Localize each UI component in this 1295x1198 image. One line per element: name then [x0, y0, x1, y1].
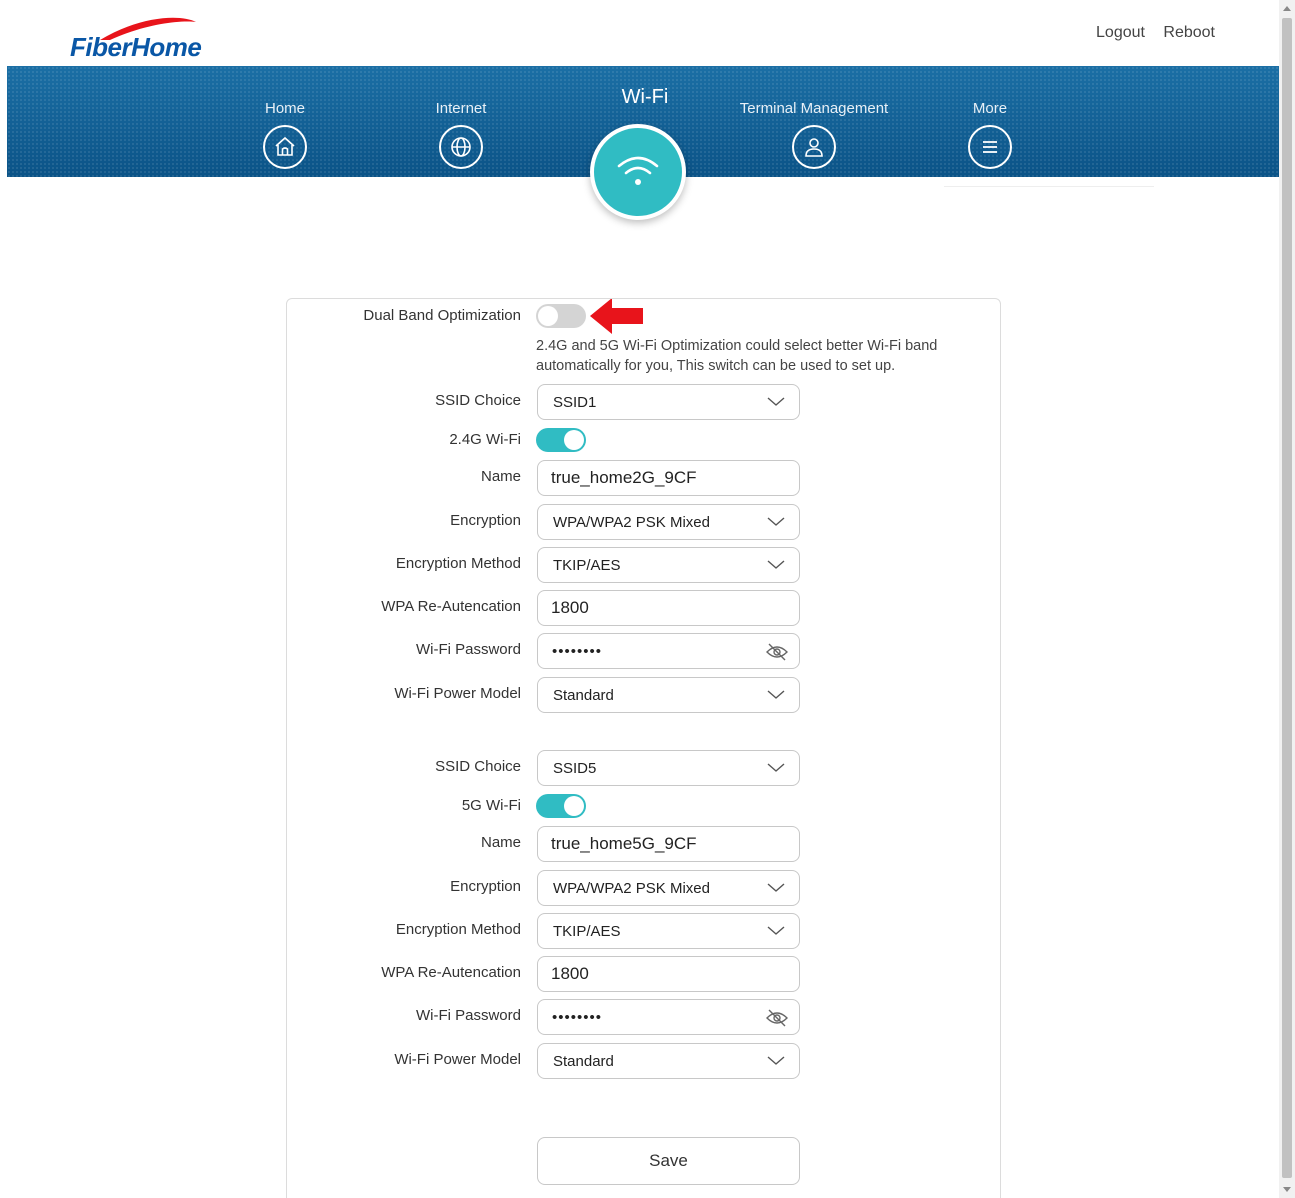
dual-band-description: 2.4G and 5G Wi-Fi Optimization could sel… [536, 338, 938, 374]
page-scrollbar[interactable] [1279, 0, 1295, 1198]
nav-more-label: More [972, 100, 1008, 117]
wifi-active-icon[interactable] [590, 124, 686, 220]
password-input-24[interactable]: •••••••• [537, 633, 800, 669]
home-icon [263, 125, 307, 169]
eye-hidden-icon[interactable] [765, 642, 789, 662]
scroll-up-icon[interactable] [1283, 6, 1291, 11]
encryption-value: WPA/WPA2 PSK Mixed [553, 880, 710, 897]
wifi-24-label: 2.4G Wi-Fi [449, 431, 521, 448]
scrollbar-thumb[interactable] [1282, 18, 1292, 1178]
nav-terminal-management[interactable]: Terminal Management [734, 66, 894, 169]
top-links: Logout Reboot [1082, 24, 1215, 42]
name-label: Name [480, 834, 521, 851]
menu-icon [968, 125, 1012, 169]
encryption-method-value: TKIP/AES [553, 557, 621, 574]
globe-icon [439, 125, 483, 169]
password-value: •••••••• [552, 643, 603, 660]
ssid-choice-select-24[interactable]: SSID1 [537, 384, 800, 420]
power-model-value: Standard [553, 687, 614, 704]
ssid-choice-value: SSID5 [553, 760, 597, 777]
nav-more[interactable]: More [910, 66, 1070, 169]
power-model-value: Standard [553, 1053, 614, 1070]
brand-name: FiberHome [70, 32, 202, 62]
nav-internet[interactable]: Internet [381, 66, 541, 169]
encryption-method-select-5[interactable]: TKIP/AES [537, 913, 800, 949]
wifi-settings-panel: Dual Band Optimization 2.4G and 5G Wi-Fi… [286, 298, 1001, 1198]
reboot-link[interactable]: Reboot [1163, 24, 1215, 41]
nav-internet-label: Internet [435, 100, 487, 117]
ssid-choice-label: SSID Choice [435, 758, 521, 775]
password-label: Wi-Fi Password [415, 641, 521, 658]
nav-wifi-label: Wi-Fi [621, 86, 669, 108]
fiberhome-logo: FiberHome [70, 14, 202, 62]
nav-terminal-label: Terminal Management [739, 100, 889, 117]
reauth-value: 1800 [551, 598, 589, 617]
power-model-label: Wi-Fi Power Model [394, 685, 521, 702]
save-button[interactable]: Save [537, 1137, 800, 1185]
name-value: true_home2G_9CF [551, 468, 697, 487]
eye-hidden-icon[interactable] [765, 1008, 789, 1028]
ssid-choice-label: SSID Choice [435, 392, 521, 409]
encryption-label: Encryption [450, 878, 521, 895]
name-input-5[interactable]: true_home5G_9CF [537, 826, 800, 862]
encryption-value: WPA/WPA2 PSK Mixed [553, 514, 710, 531]
encryption-method-label: Encryption Method [395, 555, 521, 572]
ssid-choice-value: SSID1 [553, 394, 597, 411]
password-input-5[interactable]: •••••••• [537, 999, 800, 1035]
encryption-select-5[interactable]: WPA/WPA2 PSK Mixed [537, 870, 800, 906]
name-value: true_home5G_9CF [551, 834, 697, 853]
wifi-5-toggle[interactable] [536, 794, 586, 818]
power-model-select-24[interactable]: Standard [537, 677, 800, 713]
chevron-down-icon [767, 397, 785, 406]
chevron-down-icon [767, 560, 785, 569]
encryption-method-value: TKIP/AES [553, 923, 621, 940]
nav-wifi[interactable]: Wi-Fi [565, 66, 725, 109]
reauth-value: 1800 [551, 964, 589, 983]
power-model-select-5[interactable]: Standard [537, 1043, 800, 1079]
encryption-method-label: Encryption Method [395, 921, 521, 938]
reauth-input-5[interactable]: 1800 [537, 956, 800, 992]
encryption-select-24[interactable]: WPA/WPA2 PSK Mixed [537, 504, 800, 540]
chevron-down-icon [767, 763, 785, 772]
wifi-24-toggle[interactable] [536, 428, 586, 452]
nav-home-label: Home [264, 100, 305, 117]
chevron-down-icon [767, 1056, 785, 1065]
chevron-down-icon [767, 690, 785, 699]
user-icon [792, 125, 836, 169]
chevron-down-icon [767, 517, 785, 526]
dual-band-label: Dual Band Optimization [363, 307, 521, 324]
divider [944, 186, 1154, 187]
name-input-24[interactable]: true_home2G_9CF [537, 460, 800, 496]
power-model-label: Wi-Fi Power Model [394, 1051, 521, 1068]
dual-band-toggle[interactable] [536, 304, 586, 328]
nav-home[interactable]: Home [205, 66, 365, 169]
chevron-down-icon [767, 883, 785, 892]
chevron-down-icon [767, 926, 785, 935]
name-label: Name [480, 468, 521, 485]
password-label: Wi-Fi Password [415, 1007, 521, 1024]
logout-link[interactable]: Logout [1096, 24, 1145, 41]
wifi-5-label: 5G Wi-Fi [461, 797, 521, 814]
scroll-down-icon[interactable] [1283, 1187, 1291, 1192]
encryption-method-select-24[interactable]: TKIP/AES [537, 547, 800, 583]
reauth-label: WPA Re-Autencation [381, 598, 521, 615]
ssid-choice-select-5[interactable]: SSID5 [537, 750, 800, 786]
reauth-input-24[interactable]: 1800 [537, 590, 800, 626]
reauth-label: WPA Re-Autencation [381, 964, 521, 981]
password-value: •••••••• [552, 1009, 603, 1026]
encryption-label: Encryption [450, 512, 521, 529]
